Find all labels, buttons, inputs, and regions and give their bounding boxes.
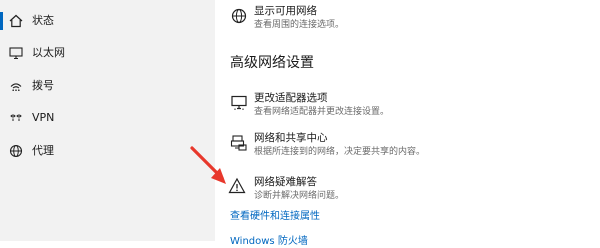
change-adapter-options-desc: 查看网络适配器并更改连接设置。 (254, 107, 390, 117)
network-sharing-center-desc: 根据所连接到的网络，决定要共享的内容。 (254, 147, 426, 157)
monitor-icon (9, 47, 23, 60)
sidebar-item-status[interactable]: 状态 (0, 4, 215, 38)
show-networks-link[interactable]: 显示可用网络 (254, 5, 317, 18)
network-troubleshooter-desc: 诊断并解决网络问题。 (254, 191, 345, 201)
globe-icon (9, 144, 23, 158)
main-content: 显示可用网络 查看周围的连接选项。 高级网络设置 更改适配器选项 查看网络适配器… (215, 0, 600, 247)
warning-icon (228, 177, 246, 194)
adapter-icon (231, 95, 247, 110)
change-adapter-options-link[interactable]: 更改适配器选项 (254, 92, 328, 105)
sidebar-item-label: 以太网 (32, 46, 65, 59)
sidebar-item-vpn[interactable]: VPN (0, 101, 215, 135)
section-heading: 高级网络设置 (230, 55, 314, 71)
sidebar-item-proxy[interactable]: 代理 (0, 134, 215, 168)
sidebar: 状态 以太网 拨号 VPN 代理 (0, 0, 215, 241)
sidebar-item-dialup[interactable]: 拨号 (0, 69, 215, 103)
network-sharing-center-link[interactable]: 网络和共享中心 (254, 132, 328, 145)
hardware-properties-link[interactable]: 查看硬件和连接属性 (230, 210, 320, 223)
sidebar-item-ethernet[interactable]: 以太网 (0, 36, 215, 70)
home-icon (9, 14, 23, 28)
sidebar-item-label: 代理 (32, 144, 54, 157)
show-networks-desc: 查看周围的连接选项。 (254, 20, 345, 30)
dialup-icon (10, 83, 22, 91)
sidebar-item-label: 状态 (32, 14, 54, 27)
sidebar-item-label: 拨号 (32, 79, 54, 92)
windows-firewall-link[interactable]: Windows 防火墙 (230, 235, 308, 248)
network-troubleshooter-link[interactable]: 网络疑难解答 (254, 176, 317, 189)
active-indicator (0, 12, 3, 30)
globe-icon (231, 8, 247, 24)
vpn-icon (10, 114, 22, 121)
sharing-icon (230, 135, 247, 151)
sidebar-item-label: VPN (32, 111, 55, 124)
